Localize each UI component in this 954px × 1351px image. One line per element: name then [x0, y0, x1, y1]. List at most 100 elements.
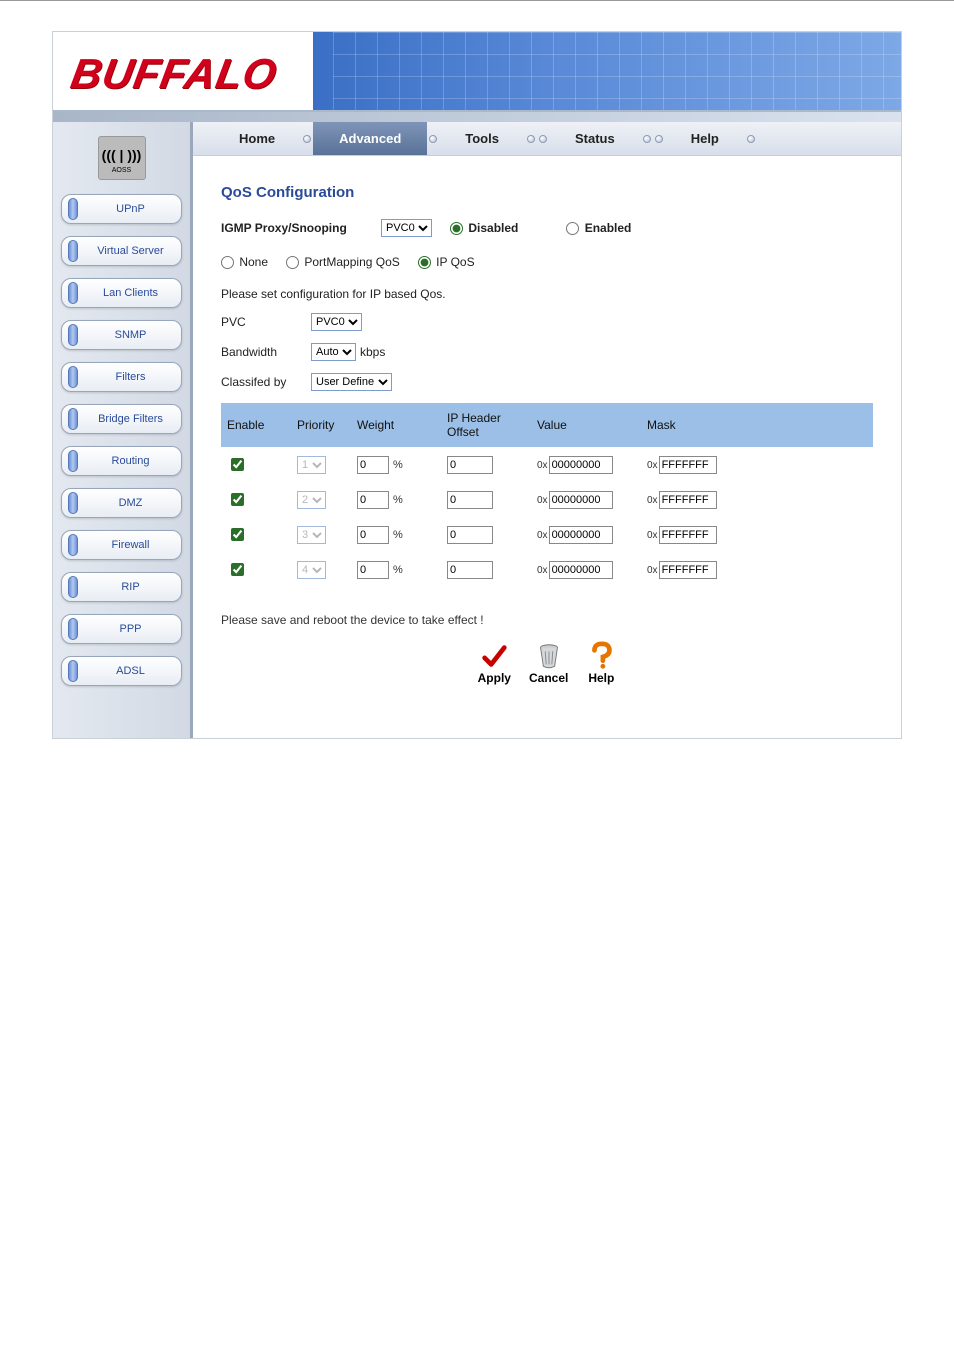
- classified-select[interactable]: User Define: [311, 373, 392, 391]
- cancel-button[interactable]: Cancel: [529, 641, 568, 685]
- offset-input[interactable]: [447, 456, 493, 474]
- table-row: 1%0x0x: [221, 447, 873, 482]
- sidebar-item-label: RIP: [86, 581, 175, 593]
- priority-select[interactable]: 4: [297, 561, 326, 579]
- offset-input[interactable]: [447, 561, 493, 579]
- dot-icon: [539, 135, 547, 143]
- value-input[interactable]: [549, 561, 613, 579]
- tab-label: Tools: [465, 131, 499, 146]
- sidebar-item-lan-clients[interactable]: Lan Clients: [61, 278, 182, 308]
- sidebar-item-label: Firewall: [86, 539, 175, 551]
- tab-status[interactable]: Status: [549, 122, 641, 155]
- th-weight: Weight: [351, 403, 441, 447]
- sidebar-item-dmz[interactable]: DMZ: [61, 488, 182, 518]
- qosmode-ipqos-radio[interactable]: [418, 256, 431, 269]
- igmp-label: IGMP Proxy/Snooping: [221, 221, 381, 235]
- sidebar-item-label: ADSL: [86, 665, 175, 677]
- value-input[interactable]: [549, 456, 613, 474]
- enable-checkbox[interactable]: [231, 563, 244, 576]
- sidebar-item-ppp[interactable]: PPP: [61, 614, 182, 644]
- weight-input[interactable]: [357, 526, 389, 544]
- sidebar-item-label: SNMP: [86, 329, 175, 341]
- th-offset: IP Header Offset: [441, 403, 531, 447]
- qosmode-portmapping-radio[interactable]: [286, 256, 299, 269]
- sidebar-item-label: DMZ: [86, 497, 175, 509]
- tab-help[interactable]: Help: [665, 122, 745, 155]
- weight-input[interactable]: [357, 491, 389, 509]
- igmp-disabled-label: Disabled: [468, 221, 518, 235]
- igmp-enabled-label: Enabled: [585, 221, 632, 235]
- enable-checkbox[interactable]: [231, 528, 244, 541]
- sidebar-item-upnp[interactable]: UPnP: [61, 194, 182, 224]
- igmp-enabled-radio[interactable]: [566, 222, 579, 235]
- hex-prefix: 0x: [537, 565, 548, 576]
- mask-input[interactable]: [659, 561, 717, 579]
- sidebar-item-label: Virtual Server: [86, 245, 175, 257]
- percent-label: %: [393, 459, 403, 471]
- sidebar-item-label: Lan Clients: [86, 287, 175, 299]
- table-row: 4%0x0x: [221, 552, 873, 587]
- hex-prefix: 0x: [647, 460, 658, 471]
- sidebar-item-label: Filters: [86, 371, 175, 383]
- enable-checkbox[interactable]: [231, 493, 244, 506]
- check-icon: [479, 641, 509, 671]
- mask-input[interactable]: [659, 456, 717, 474]
- reboot-note: Please save and reboot the device to tak…: [221, 613, 873, 627]
- igmp-disabled-radio[interactable]: [450, 222, 463, 235]
- sidebar-item-adsl[interactable]: ADSL: [61, 656, 182, 686]
- pvc-select[interactable]: PVC0: [311, 313, 362, 331]
- sidebar-item-label: Bridge Filters: [86, 413, 175, 425]
- mask-input[interactable]: [659, 526, 717, 544]
- value-input[interactable]: [549, 491, 613, 509]
- aoss-wave-icon: ((( | ))): [102, 143, 142, 167]
- banner-stripe: [53, 112, 901, 122]
- sidebar-item-label: Routing: [86, 455, 175, 467]
- sidebar-item-firewall[interactable]: Firewall: [61, 530, 182, 560]
- classified-label: Classifed by: [221, 375, 311, 389]
- trash-icon: [534, 641, 564, 671]
- help-label: Help: [588, 671, 614, 685]
- priority-select[interactable]: 1: [297, 456, 326, 474]
- priority-select[interactable]: 2: [297, 491, 326, 509]
- dot-icon: [527, 135, 535, 143]
- pvc-label: PVC: [221, 315, 311, 329]
- bandwidth-label: Bandwidth: [221, 345, 311, 359]
- page-title: QoS Configuration: [221, 184, 873, 201]
- bandwidth-select[interactable]: Auto: [311, 343, 356, 361]
- hex-prefix: 0x: [647, 565, 658, 576]
- tab-tools[interactable]: Tools: [439, 122, 525, 155]
- help-button[interactable]: Help: [586, 641, 616, 685]
- tab-label: Help: [691, 131, 719, 146]
- sidebar: ((( | ))) AOSS UPnP Virtual Server Lan C…: [53, 122, 193, 738]
- tab-label: Home: [239, 131, 275, 146]
- aoss-label: AOSS: [112, 167, 131, 174]
- weight-input[interactable]: [357, 561, 389, 579]
- sidebar-item-filters[interactable]: Filters: [61, 362, 182, 392]
- content-area: Home Advanced Tools Status Help QoS Conf…: [193, 122, 901, 738]
- aoss-icon[interactable]: ((( | ))) AOSS: [98, 136, 146, 180]
- priority-select[interactable]: 3: [297, 526, 326, 544]
- igmp-pvc-select[interactable]: PVC0: [381, 219, 432, 237]
- sidebar-item-rip[interactable]: RIP: [61, 572, 182, 602]
- qosmode-none-radio[interactable]: [221, 256, 234, 269]
- tab-advanced[interactable]: Advanced: [313, 122, 427, 155]
- apply-button[interactable]: Apply: [478, 641, 511, 685]
- mask-input[interactable]: [659, 491, 717, 509]
- table-row: 3%0x0x: [221, 517, 873, 552]
- offset-input[interactable]: [447, 526, 493, 544]
- offset-input[interactable]: [447, 491, 493, 509]
- sidebar-item-virtual-server[interactable]: Virtual Server: [61, 236, 182, 266]
- sidebar-item-bridge-filters[interactable]: Bridge Filters: [61, 404, 182, 434]
- th-value: Value: [531, 403, 641, 447]
- sidebar-item-routing[interactable]: Routing: [61, 446, 182, 476]
- apply-label: Apply: [478, 671, 511, 685]
- percent-label: %: [393, 494, 403, 506]
- tab-home[interactable]: Home: [213, 122, 301, 155]
- enable-checkbox[interactable]: [231, 458, 244, 471]
- dot-icon: [655, 135, 663, 143]
- th-mask: Mask: [641, 403, 873, 447]
- value-input[interactable]: [549, 526, 613, 544]
- weight-input[interactable]: [357, 456, 389, 474]
- sidebar-item-snmp[interactable]: SNMP: [61, 320, 182, 350]
- sidebar-item-label: PPP: [86, 623, 175, 635]
